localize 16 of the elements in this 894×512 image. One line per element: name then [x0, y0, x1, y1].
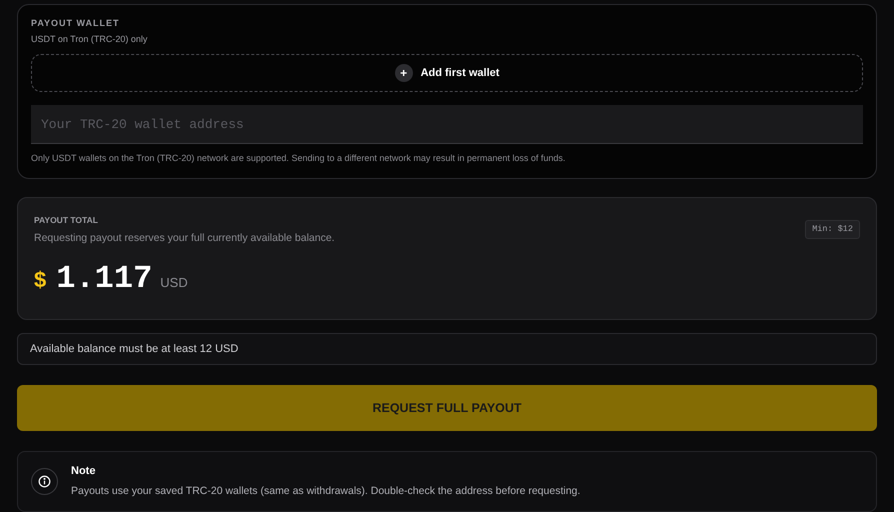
plus-icon: + [394, 64, 413, 82]
currency-code: USD [160, 274, 188, 292]
add-wallet-button[interactable]: + Add first wallet [31, 54, 863, 92]
payout-description: Requesting payout reserves your full currently available balance. [34, 231, 335, 246]
note-text: Payouts use your saved TRC-20 wallets (same as withdrawals). Double-check the address before requesting. [71, 484, 580, 500]
minimum-badge: Min: $12 [805, 220, 860, 238]
note-title: Note [71, 464, 96, 479]
section-subtitle: USDT on Tron (TRC-20) only [31, 32, 148, 46]
currency-symbol: $ [34, 266, 46, 294]
info-icon [31, 468, 58, 496]
network-hint: Only USDT wallets on the Tron (TRC-20) network are supported. Sending to a different network may result in permanent loss of funds. [31, 152, 566, 165]
payout-amount: 1.117 [56, 259, 152, 299]
section-title: PAYOUT WALLET [31, 17, 121, 30]
wallet-address-field[interactable]: Your TRC-20 wallet address [31, 105, 863, 144]
balance-notice: Available balance must be at least 12 USD [17, 333, 877, 366]
section-title: PAYOUT TOTAL [34, 214, 99, 226]
